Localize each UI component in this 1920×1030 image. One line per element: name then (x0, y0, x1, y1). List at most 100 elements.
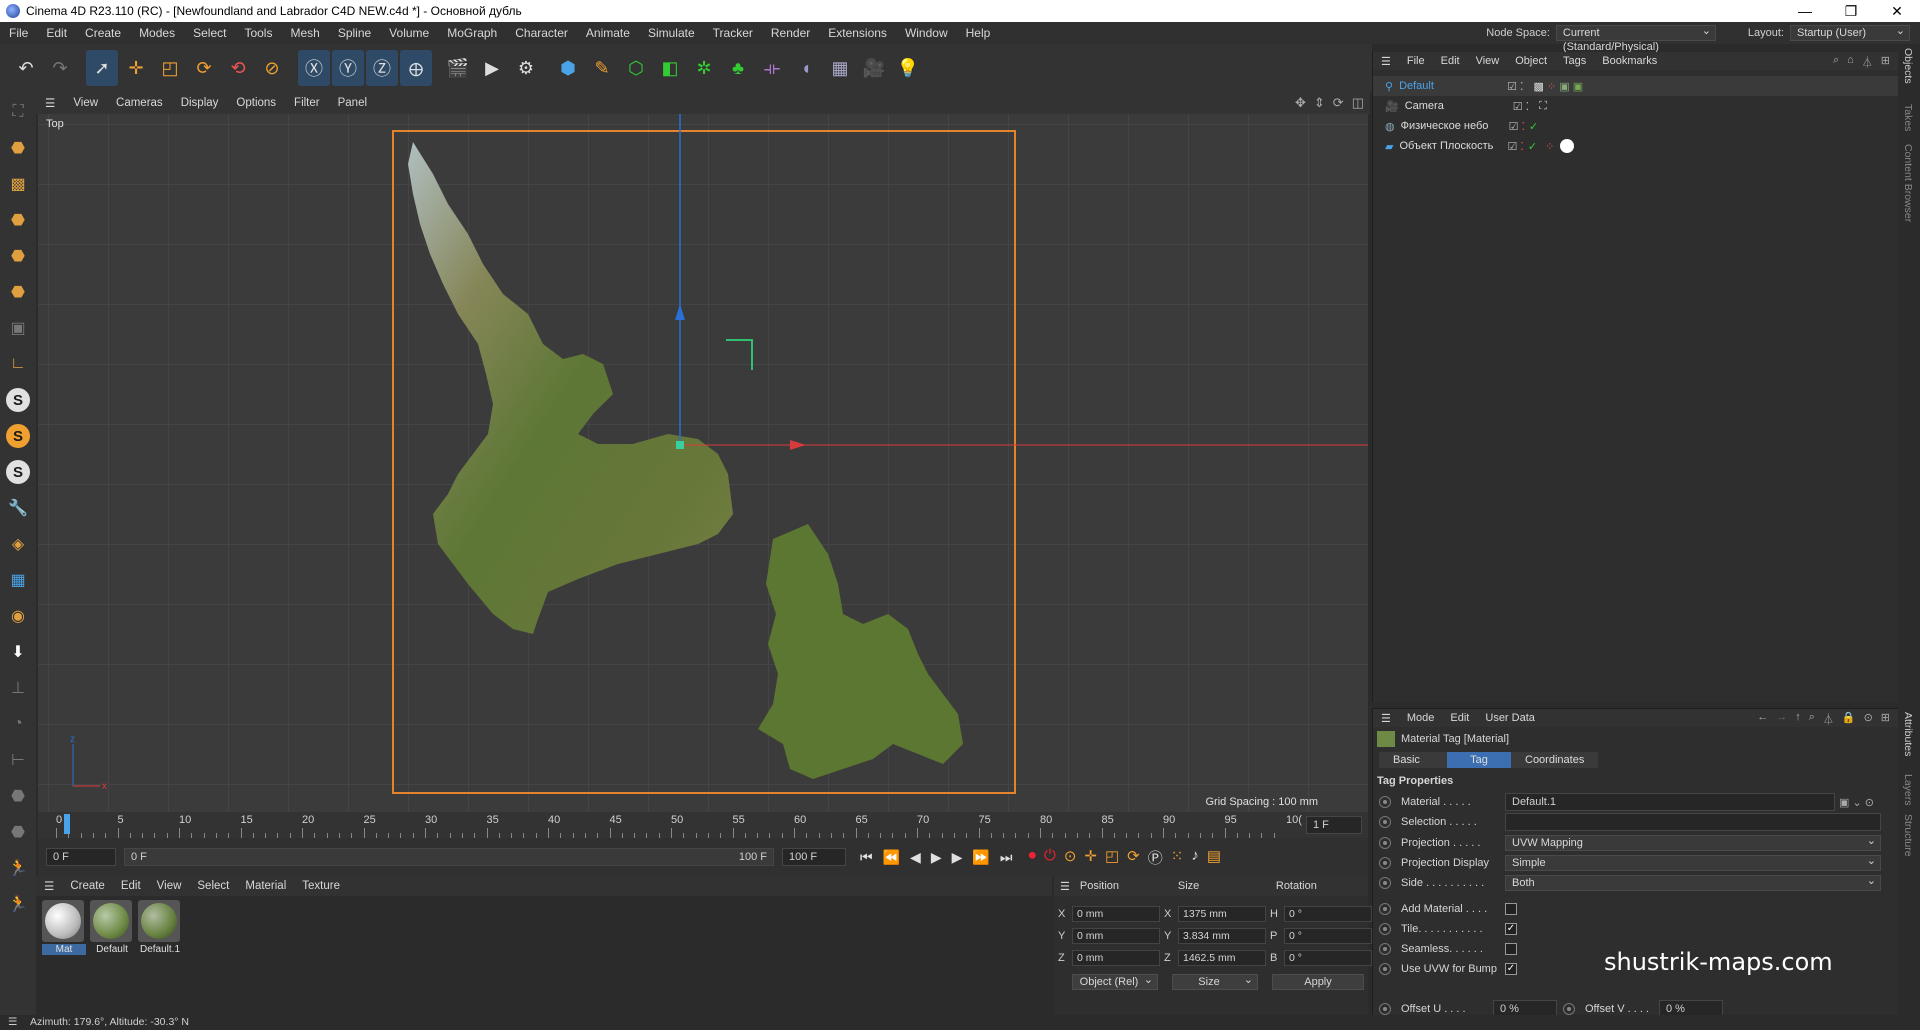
white-material-tag-icon[interactable] (1560, 139, 1575, 153)
material-menu-edit[interactable]: Edit (113, 880, 149, 892)
side-tab-layers[interactable]: Layers (1902, 774, 1914, 806)
extrude-icon[interactable]: ◧ (654, 50, 686, 86)
menu-tools[interactable]: Tools (235, 26, 281, 40)
size-x-field[interactable]: 1375 mm (1178, 906, 1266, 922)
attribute-menu-edit[interactable]: Edit (1442, 712, 1477, 724)
rotate-tool-icon[interactable]: ⟳ (188, 50, 220, 86)
menu-render[interactable]: Render (762, 26, 819, 40)
object-menu-edit[interactable]: Edit (1433, 55, 1468, 67)
side-tab-attributes[interactable]: Attributes (1902, 712, 1914, 756)
menu-mesh[interactable]: Mesh (281, 26, 328, 40)
grid-icon[interactable]: ▦ (3, 564, 33, 596)
tab-coordinates[interactable]: Coordinates (1511, 752, 1599, 768)
next-frame-icon[interactable]: ▶ (952, 849, 963, 866)
material-menu-view[interactable]: View (149, 880, 190, 892)
viewport-solo-icon[interactable]: ◔ (3, 708, 33, 740)
add-material-checkbox[interactable] (1505, 903, 1517, 915)
coords-panel-menu-icon[interactable]: ☰ (1060, 880, 1070, 893)
visibility-icon[interactable]: ☑ ⁚ (1509, 120, 1525, 133)
side-tab-objects[interactable]: Objects (1902, 48, 1914, 84)
redo-icon[interactable]: ↷ (44, 50, 76, 86)
render-settings-icon[interactable]: ⚙ (510, 50, 542, 86)
workplane-icon[interactable]: ◈ (3, 528, 33, 560)
viewport-rotate-icon[interactable]: ⟳ (1333, 95, 1344, 111)
viewport-maximize-icon[interactable]: ◫ (1352, 95, 1364, 111)
attribute-settings-icon[interactable]: ⊙ (1864, 711, 1873, 727)
size-mode-dropdown[interactable]: Size (1172, 973, 1258, 990)
menu-animate[interactable]: Animate (577, 26, 639, 40)
lock-y-axis-icon[interactable]: Ⓨ (332, 50, 364, 86)
animate-param-icon[interactable] (1379, 857, 1391, 869)
selection-field[interactable] (1505, 813, 1881, 831)
object-row-plane[interactable]: ▰ Объект Плоскость ☑ ⁚ ✓ ⁘ (1373, 136, 1899, 156)
viewport-pan-icon[interactable]: ✥ (1295, 95, 1306, 111)
measure-icon[interactable]: ⊢ (3, 744, 33, 776)
object-row-default[interactable]: ⚲ Default ☑ ⁚ ▩ ⁘ ▣ ▣ (1373, 76, 1899, 96)
visibility-icon[interactable]: ☑ ⁚ (1507, 140, 1523, 153)
material-menu-material[interactable]: Material (237, 880, 294, 892)
object-row-camera[interactable]: 🎥 Camera ☑ ⁚ ⛶ (1373, 96, 1899, 116)
forward-arrow-icon[interactable]: → (1776, 711, 1787, 727)
viewport-menu-options[interactable]: Options (227, 97, 285, 109)
lock-x-axis-icon[interactable]: Ⓧ (298, 50, 330, 86)
material-swatch-default[interactable]: Default (90, 900, 134, 955)
menu-file[interactable]: File (0, 26, 37, 40)
object-home-icon[interactable]: ⌂ (1847, 54, 1854, 70)
key-pla-icon[interactable]: ⁙ (1171, 847, 1184, 868)
projection-display-dropdown[interactable]: Simple (1505, 854, 1881, 871)
object-menu-object[interactable]: Object (1507, 55, 1555, 67)
workplane-mode-icon[interactable]: ⬣ (3, 816, 33, 848)
autokey-icon[interactable]: ⏻ (1044, 847, 1056, 868)
side-dropdown[interactable]: Both (1505, 874, 1881, 891)
menu-edit[interactable]: Edit (37, 26, 76, 40)
go-to-start-icon[interactable]: ⏮ (860, 849, 873, 866)
points-mode-icon[interactable]: ⬣ (3, 204, 33, 236)
align-icon[interactable]: ⊥ (3, 672, 33, 704)
playhead[interactable] (64, 814, 70, 834)
layout-dropdown[interactable]: Startup (User) (1790, 24, 1910, 41)
animate-param-icon[interactable] (1379, 963, 1391, 975)
menu-window[interactable]: Window (896, 26, 957, 40)
snap-settings-icon[interactable]: S (3, 420, 33, 452)
make-editable-icon[interactable]: ⛶ (3, 96, 33, 128)
rotation-h-field[interactable]: 0 ° (1284, 906, 1372, 922)
enabled-check-icon[interactable]: ✓ (1529, 120, 1538, 133)
animate-param-icon[interactable] (1379, 903, 1391, 915)
viewport-menu-display[interactable]: Display (172, 97, 228, 109)
enabled-check-icon[interactable]: ✓ (1528, 140, 1537, 153)
animate-param-icon[interactable] (1379, 1003, 1391, 1015)
menu-spline[interactable]: Spline (329, 26, 380, 40)
material-menu-texture[interactable]: Texture (294, 880, 348, 892)
material-menu-create[interactable]: Create (62, 880, 113, 892)
coordinate-mode-dropdown[interactable]: Object (Rel) (1072, 973, 1158, 990)
mograph-icon[interactable]: ♣ (722, 50, 754, 86)
visibility-icon[interactable]: ☑ ⁚ (1507, 80, 1523, 93)
texture-tag-icon[interactable]: ⁘ (1545, 140, 1554, 153)
polygons-mode-icon[interactable]: ⬣ (3, 276, 33, 308)
attribute-lock-icon[interactable]: 🔒 (1842, 711, 1856, 727)
recent-tools-icon[interactable]: ⟲ (222, 50, 254, 86)
cloner-icon[interactable]: ✲ (688, 50, 720, 86)
size-y-field[interactable]: 3.834 mm (1178, 928, 1266, 944)
position-x-field[interactable]: 0 mm (1072, 906, 1160, 922)
current-frame-field[interactable]: 1 F (1306, 816, 1362, 834)
side-tab-structure[interactable]: Structure (1902, 814, 1914, 857)
keyframe-selection-icon[interactable]: ⊙ (1064, 847, 1077, 868)
animate-param-icon[interactable] (1379, 877, 1391, 889)
position-y-field[interactable]: 0 mm (1072, 928, 1160, 944)
scale-tool-icon[interactable]: ◰ (154, 50, 186, 86)
material-panel-menu-icon[interactable]: ☰ (36, 879, 62, 893)
object-row-physical-sky[interactable]: ◍ Физическое небо ☑ ⁚ ✓ (1373, 116, 1899, 136)
object-menu-bookmarks[interactable]: Bookmarks (1594, 55, 1665, 67)
camera-tag-icon[interactable]: ⛶ (1539, 100, 1547, 113)
use-uvw-bump-checkbox[interactable]: ✓ (1505, 963, 1517, 975)
menu-simulate[interactable]: Simulate (639, 26, 704, 40)
key-rotation-icon[interactable]: ⟳ (1127, 847, 1140, 868)
viewport-menu-cameras[interactable]: Cameras (107, 97, 172, 109)
restore-button[interactable]: ❐ (1828, 0, 1874, 22)
projection-dropdown[interactable]: UVW Mapping (1505, 834, 1881, 851)
up-arrow-icon[interactable]: ↑ (1795, 711, 1801, 727)
record-active-icon[interactable]: ⏺ (1028, 847, 1036, 868)
material-menu-select[interactable]: Select (189, 880, 237, 892)
animate-param-icon[interactable] (1563, 1003, 1575, 1015)
